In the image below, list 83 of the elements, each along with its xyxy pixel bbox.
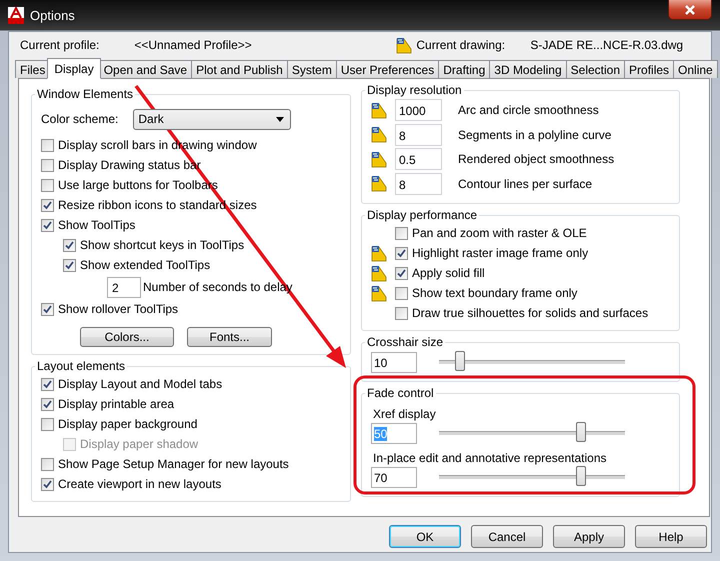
checkbox-label: Draw true silhouettes for solids and surfaces (412, 306, 648, 320)
checkbox[interactable] (63, 258, 76, 272)
tab[interactable]: User Preferences (336, 60, 440, 78)
checkbox[interactable] (41, 478, 54, 490)
checkbox[interactable] (41, 138, 54, 152)
checkbox[interactable] (63, 238, 76, 252)
field-label: Rendered object smoothness (458, 152, 614, 166)
slider-thumb[interactable] (576, 466, 586, 486)
checkbox[interactable] (41, 158, 54, 172)
checkbox-label: Create viewport in new layouts (58, 477, 222, 491)
tab[interactable]: Selection (566, 60, 626, 78)
tab[interactable]: 3D Modeling (489, 60, 567, 78)
checkbox-label: Highlight raster image frame only (412, 246, 588, 260)
checkbox[interactable] (41, 458, 54, 470)
number-field[interactable]: 2 (107, 276, 141, 298)
profile-label: Current profile: (20, 38, 100, 52)
tab[interactable]: Drafting (438, 60, 490, 78)
window-title: Options (30, 8, 75, 23)
dialog-button[interactable]: OK (389, 525, 461, 548)
slider-thumb[interactable] (454, 351, 465, 371)
checkbox-label: Display paper shadow (80, 437, 198, 451)
checkbox-label: Display printable area (58, 397, 174, 411)
number-field[interactable]: 10 (371, 352, 417, 372)
checkbox[interactable] (41, 302, 54, 316)
checkbox[interactable] (41, 378, 54, 390)
drawing-file-icon (396, 36, 412, 54)
checkbox-label: Show Page Setup Manager for new layouts (58, 457, 289, 471)
checkbox[interactable] (41, 418, 54, 430)
checkbox-label: Show extended ToolTips (80, 258, 210, 272)
field-label: Contour lines per surface (458, 176, 592, 191)
checkbox-label: Show text boundary frame only (412, 286, 578, 300)
dialog-button[interactable]: Apply (553, 525, 625, 548)
slider-thumb[interactable] (576, 422, 586, 442)
dialog-button[interactable]: Cancel (471, 525, 543, 548)
number-field[interactable]: 0.5 (395, 148, 442, 170)
slider-label: In-place edit and annotative representations (372, 450, 608, 465)
tab[interactable]: Profiles (624, 60, 674, 78)
checkbox[interactable] (395, 286, 408, 300)
app-icon (8, 7, 24, 24)
checkbox[interactable] (41, 198, 54, 212)
checkbox[interactable] (395, 226, 408, 240)
dialog-button[interactable]: Help (635, 525, 707, 548)
tab[interactable]: System (286, 60, 337, 78)
number-field[interactable]: 8 (395, 172, 442, 195)
field-label: Segments in a polyline curve (458, 128, 612, 142)
checkbox[interactable] (395, 306, 408, 320)
checkbox-label: Pan and zoom with raster & OLE (412, 226, 587, 240)
tab[interactable]: Open and Save (98, 60, 192, 78)
number-field[interactable]: 1000 (395, 99, 442, 122)
number-field[interactable]: 70 (371, 466, 417, 488)
profile-name: <<Unnamed Profile>> (134, 38, 253, 52)
caret-icon (276, 116, 284, 122)
drawing-label: Current drawing: (416, 38, 506, 52)
checkbox-label: Display Layout and Model tabs (58, 377, 222, 391)
group-title: Fade control (366, 386, 435, 400)
slider-label: Xref display (372, 406, 437, 421)
checkbox[interactable] (41, 398, 54, 410)
close-button[interactable] (668, 0, 712, 20)
checkbox-label: Show shortcut keys in ToolTips (80, 238, 244, 252)
group-title: Layout elements (36, 359, 126, 373)
checkbox-label: Show rollover ToolTips (58, 302, 178, 316)
drawing-name: S-JADE RE...NCE-R.03.dwg (530, 38, 684, 52)
number-field[interactable]: 8 (395, 124, 442, 146)
field-label: Arc and circle smoothness (458, 103, 599, 118)
checkbox[interactable] (41, 218, 54, 232)
tab[interactable]: Display (47, 58, 101, 79)
color-scheme-dropdown[interactable]: Dark (133, 108, 292, 130)
checkbox-label: Apply solid fill (412, 266, 485, 280)
checkbox-label: Display paper background (58, 417, 198, 431)
group-title: Display resolution (366, 83, 463, 97)
checkbox[interactable] (395, 246, 408, 260)
group-title: Window Elements (36, 87, 134, 101)
tab[interactable]: Plot and Publish (191, 60, 288, 78)
tab[interactable]: Online (673, 60, 718, 78)
group-title: Crosshair size (366, 335, 444, 349)
checkbox-label: Show ToolTips (58, 218, 136, 232)
dialog-button[interactable]: Colors... (80, 327, 174, 347)
checkbox[interactable] (41, 178, 54, 192)
group-title: Display performance (366, 208, 478, 222)
field-label: Color scheme: (41, 112, 118, 126)
checkbox[interactable] (395, 266, 408, 280)
close-icon (684, 4, 696, 14)
dialog-button[interactable]: Fonts... (187, 327, 272, 347)
